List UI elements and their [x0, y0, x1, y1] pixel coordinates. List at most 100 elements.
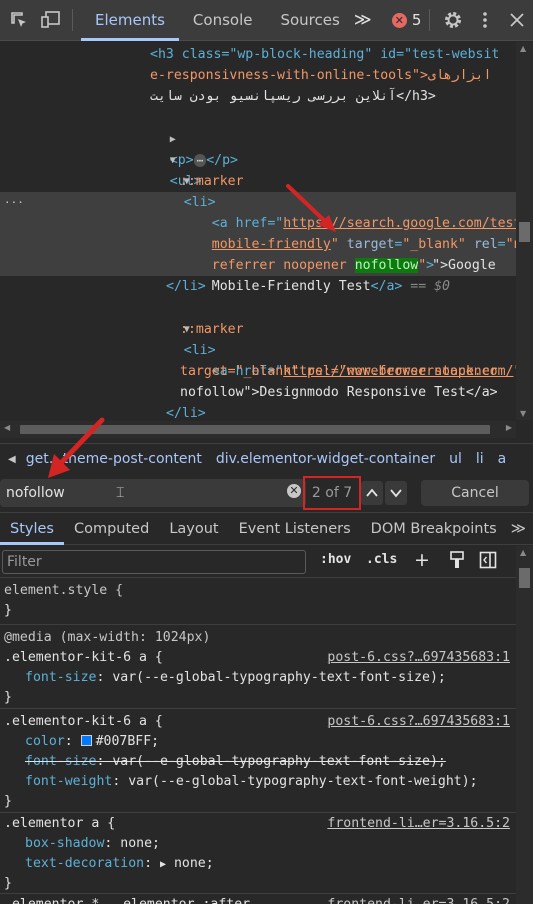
a2-text: nofollow">Designmodo Responsive Test</a> [180, 385, 498, 400]
hover-state-toggle[interactable]: :hov [320, 552, 351, 567]
breadcrumb-item[interactable]: a [498, 451, 507, 467]
tree-node-li-close-2[interactable]: </li> [166, 403, 516, 420]
h3-open-tag: <h3 class="wp-block-heading" id="test-we… [150, 47, 500, 62]
tree-node-a-1[interactable]: <a href="https://search.google.com/test/ [180, 192, 516, 231]
rule-selector: .elementor a { [4, 816, 116, 831]
style-declaration[interactable]: font-weight: var(--e-global-typography-t… [25, 772, 478, 793]
tree-node-a-1-cont3: Mobile-Friendly Test</a> == $0 [180, 255, 516, 294]
style-declaration[interactable]: color: #007BFF; [25, 732, 159, 753]
tab-styles[interactable]: Styles [0, 513, 64, 545]
property-value: var(--e-global-typography-text-font-size… [112, 670, 446, 685]
tree-node-marker-1[interactable]: ::marker [180, 171, 516, 192]
source-link[interactable]: post-6.css?…697435683:1 [327, 648, 510, 669]
kebab-menu-icon[interactable] [472, 7, 498, 33]
tab-console[interactable]: Console [179, 0, 267, 41]
tree-node-li-1[interactable]: ▼ <li> [152, 149, 516, 210]
device-toolbar-icon[interactable] [38, 7, 64, 33]
property-value: var(--e-global-typography-text-font-weig… [128, 774, 478, 789]
source-link[interactable]: frontend-li…er=3.16.5:2 [327, 814, 510, 835]
clear-search-icon[interactable]: ✕ [287, 484, 301, 498]
styles-filter-bar: Filter :hov .cls + [0, 546, 516, 578]
breadcrumb-item[interactable]: li [476, 451, 484, 467]
marker-pseudo: ::marker [180, 322, 244, 337]
tree-node-ul[interactable]: ▼ <ul> [138, 128, 516, 189]
style-declaration[interactable]: box-shadow: none; [25, 834, 160, 855]
property-value: var(--e-global-typography-text-font-size… [112, 754, 446, 769]
li-close-tag: </li> [166, 406, 206, 420]
paint-brush-icon[interactable] [449, 551, 465, 573]
scroll-thumb[interactable] [519, 222, 530, 242]
property-name: font-size [25, 670, 97, 685]
property-name: box-shadow [25, 836, 105, 851]
tab-event-listeners[interactable]: Event Listeners [229, 513, 361, 545]
tree-node-li-close[interactable]: </li> [166, 276, 516, 297]
breadcrumb-item[interactable]: ul [449, 451, 462, 467]
next-match-button[interactable] [385, 481, 407, 505]
property-name: font-size [25, 754, 97, 769]
rule-element-style[interactable]: element.style { } [0, 579, 516, 625]
source-link[interactable]: post-6.css?…697435683:1 [327, 712, 510, 733]
source-link[interactable]: frontend-li…er=3.16.5:2 [327, 895, 510, 904]
tab-dom-breakpoints[interactable]: DOM Breakpoints [361, 513, 507, 545]
tab-layout[interactable]: Layout [159, 513, 228, 545]
more-tabs-button[interactable]: ≫ [354, 10, 378, 30]
toolbar-divider [72, 9, 73, 31]
rule-elementor-star[interactable]: .elementor *, .elementor :after, fronten… [0, 895, 516, 904]
a2-attrs: target="_blank" rel="noreferrer noopener [180, 364, 498, 379]
tree-node-a-2[interactable]: <a href="https://www.browserstack.com/" [180, 340, 516, 379]
elements-vertical-scrollbar[interactable]: ▲ ▼ [516, 42, 533, 420]
tab-sources[interactable]: Sources [266, 0, 353, 41]
annotation-arrow-icon [286, 184, 336, 232]
error-counter[interactable]: ✕ 5 [391, 11, 422, 29]
text-cursor-icon: ⌶ [116, 485, 125, 501]
more-tabs-button[interactable]: ≫ [507, 513, 530, 545]
tree-node-h3-text: آنلاین بررسی ریسپانسیو بودن سایت</h3> [150, 86, 516, 107]
property-value: #007BFF; [95, 734, 160, 749]
tree-node-li-2[interactable]: ▼ <li> [152, 297, 516, 358]
tree-node-a-2-cont: target="_blank" rel="noreferrer noopener [180, 361, 516, 382]
style-declaration[interactable]: font-size: var(--e-global-typography-tex… [25, 668, 446, 689]
rule-selector: .elementor-kit-6 a { [4, 714, 163, 729]
class-toggle[interactable]: .cls [366, 552, 397, 567]
color-swatch[interactable] [80, 735, 92, 746]
tree-node-h3-cont: e-responsivness-with-online-tools">ابزار… [150, 65, 516, 86]
tab-computed[interactable]: Computed [64, 513, 159, 545]
tree-node-h3[interactable]: <h3 class="wp-block-heading" id="test-we… [150, 44, 516, 65]
error-icon: ✕ [391, 12, 407, 28]
property-value: none; [120, 836, 160, 851]
toolbar-divider [429, 9, 431, 31]
style-declaration[interactable]: text-decoration: ▶ none; [25, 854, 214, 876]
previous-match-button[interactable] [361, 481, 383, 505]
gear-icon[interactable] [440, 7, 466, 33]
tree-node-a-2-cont2: nofollow">Designmodo Responsive Test</a> [180, 382, 516, 403]
tab-elements[interactable]: Elements [81, 0, 179, 41]
rule-elementor-a[interactable]: .elementor a { frontend-li…er=3.16.5:2 b… [0, 814, 516, 894]
breadcrumb-scroll-left-icon[interactable]: ◀ [8, 454, 16, 465]
error-count: 5 [411, 11, 422, 29]
styles-vertical-scrollbar[interactable]: ▲ [516, 546, 533, 904]
scroll-thumb[interactable] [519, 568, 530, 588]
rule-selector: .elementor-kit-6 a { [4, 650, 163, 665]
tree-node-p[interactable]: ▶ <p> ⋯ </p> [138, 107, 516, 168]
close-icon[interactable] [504, 7, 530, 33]
li-close-tag: </li> [166, 279, 206, 294]
new-rule-icon[interactable]: + [414, 549, 430, 571]
rule-close-brace: } [4, 690, 12, 705]
inspect-element-icon[interactable] [6, 7, 32, 33]
property-name: color [25, 734, 65, 749]
tree-node-marker-2[interactable]: ::marker [180, 319, 516, 340]
filter-input[interactable]: Filter [2, 550, 306, 574]
tree-node-a-1-cont2: referrer noopener nofollow">">Google [211, 258, 496, 273]
styles-pane: element.style { } @media (max-width: 102… [0, 579, 516, 904]
expand-triangle-icon[interactable]: ▶ [160, 859, 166, 870]
breadcrumb-item[interactable]: div.elementor-widget-container [216, 451, 435, 467]
overridden-declaration[interactable]: font-size: var(--e-global-typography-tex… [25, 752, 446, 773]
rule-selector: .elementor *, .elementor :after, [4, 895, 258, 904]
rule-kit[interactable]: .elementor-kit-6 a { post-6.css?…6974356… [0, 710, 516, 813]
rule-kit-media[interactable]: @media (max-width: 1024px) .elementor-ki… [0, 626, 516, 709]
rule-close-brace: } [4, 603, 12, 618]
marker-pseudo: ::marker [180, 174, 244, 189]
elements-tree[interactable]: <h3 class="wp-block-heading" id="test-we… [0, 42, 516, 420]
toggle-sidebar-icon[interactable] [479, 551, 497, 573]
cancel-button[interactable]: Cancel [421, 480, 529, 506]
